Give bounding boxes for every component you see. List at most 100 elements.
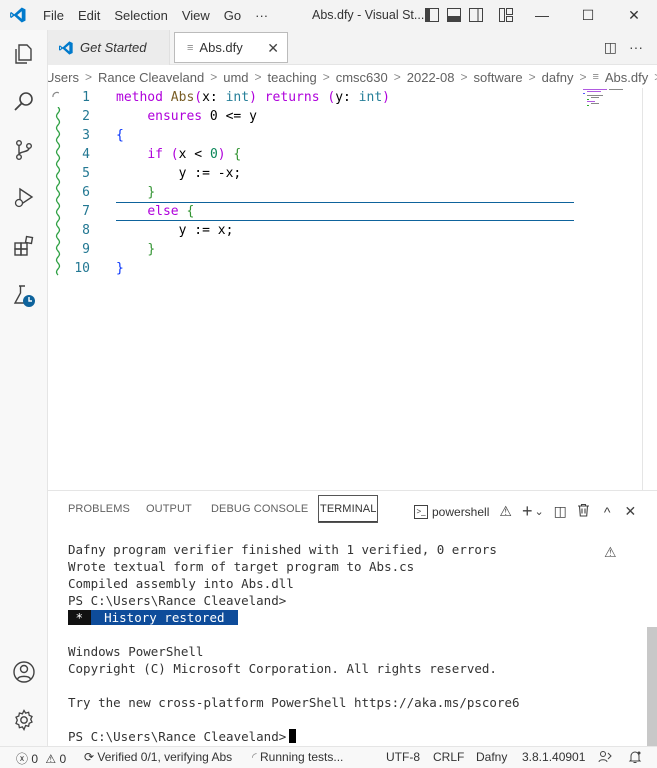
crumb-2022-08[interactable]: 2022-08 xyxy=(406,70,456,85)
terminal-line: Try the new cross-platform PowerShell ht… xyxy=(68,695,520,710)
terminal-scrollbar[interactable] xyxy=(647,627,657,747)
problems-status[interactable]: ⓧ 0 ⚠ 0 xyxy=(16,750,66,767)
toggle-panel-icon[interactable] xyxy=(446,7,462,23)
crumb-users[interactable]: Users xyxy=(48,70,80,85)
verification-status[interactable]: ⟳ Verified 0/1, verifying Abs xyxy=(84,750,232,764)
warning-icon[interactable]: ⚠ xyxy=(499,503,512,520)
title-bar: File Edit Selection View Go ··· Abs.dfy … xyxy=(0,0,657,30)
terminal-warning-icon[interactable]: ⚠ xyxy=(604,545,617,561)
close-tab-icon[interactable]: ✕ xyxy=(267,40,279,57)
paren: ) xyxy=(249,90,257,105)
settings-gear-icon[interactable] xyxy=(8,704,40,736)
tab-abs-dfy[interactable]: ≡ Abs.dfy ✕ xyxy=(174,32,288,63)
chevron-right-icon: > xyxy=(393,70,401,84)
crumb-file[interactable]: Abs.dfy xyxy=(604,70,649,85)
code-line-10: 10 } xyxy=(48,259,657,278)
dafny-version-status[interactable]: 3.8.1.40901 xyxy=(522,750,585,764)
minimize-button[interactable]: — xyxy=(519,0,565,30)
tab-problems[interactable]: PROBLEMS xyxy=(68,503,130,515)
sync-icon: ⟳ xyxy=(84,750,95,764)
code-line-5: 5 y := -x; xyxy=(48,164,657,183)
type: int xyxy=(358,90,383,105)
close-panel-icon[interactable]: ✕ xyxy=(624,503,636,520)
encoding-status[interactable]: UTF-8 xyxy=(386,750,420,764)
line-number: 2 xyxy=(82,109,90,124)
editor-scrollbar[interactable] xyxy=(642,88,643,490)
explorer-icon[interactable] xyxy=(8,38,40,70)
menu-more[interactable]: ··· xyxy=(248,8,275,23)
verification-gutter-squiggle xyxy=(55,107,61,276)
paren: ( xyxy=(194,90,203,105)
more-actions-icon[interactable]: ··· xyxy=(629,39,643,56)
tab-terminal[interactable]: TERMINAL xyxy=(318,495,379,523)
history-text: History restored xyxy=(90,610,239,625)
maximize-button[interactable]: ☐ xyxy=(565,0,611,30)
line-number: 4 xyxy=(82,147,90,162)
function-name: Abs xyxy=(170,90,195,105)
brace: } xyxy=(116,261,124,276)
crumb-cmsc630[interactable]: cmsc630 xyxy=(335,70,389,85)
terminal-line: Compiled assembly into Abs.dll xyxy=(68,576,294,591)
accounts-icon[interactable] xyxy=(8,656,40,688)
trash-icon[interactable] xyxy=(577,503,590,520)
chevron-down-icon[interactable]: ⌄ xyxy=(534,505,543,518)
chevron-right-icon: > xyxy=(528,70,536,84)
customize-layout-icon[interactable] xyxy=(498,7,514,23)
testing-icon[interactable] xyxy=(8,280,40,312)
terminal-prompt: PS C:\Users\Rance Cleaveland> xyxy=(68,729,287,744)
terminal-shell-icon: >_ xyxy=(414,504,428,519)
feedback-icon[interactable] xyxy=(598,750,612,767)
crumb-software[interactable]: software xyxy=(472,70,523,85)
code-editor[interactable]: 1 method Abs(x: int) returns (y: int) 2 … xyxy=(48,88,657,490)
toggle-sidebar-icon[interactable] xyxy=(424,7,440,23)
type: int xyxy=(225,90,250,105)
keyword: returns xyxy=(256,90,328,105)
code-line-6: 6 } xyxy=(48,183,657,202)
history-star: * xyxy=(68,610,91,625)
menu-view[interactable]: View xyxy=(175,8,217,23)
split-terminal-icon[interactable]: ◫ xyxy=(554,503,567,520)
run-debug-icon[interactable] xyxy=(8,182,40,214)
code-line-9: 9 } xyxy=(48,240,657,259)
source-control-icon[interactable] xyxy=(8,134,40,166)
minimap[interactable] xyxy=(583,88,643,108)
notifications-bell-icon[interactable] xyxy=(628,750,642,767)
test-status[interactable]: ◜ Running tests... xyxy=(252,750,343,764)
running-tests-text: Running tests... xyxy=(260,750,344,764)
crumb-teaching[interactable]: teaching xyxy=(267,70,318,85)
close-window-button[interactable]: ✕ xyxy=(611,0,657,30)
maximize-panel-icon[interactable]: ^ xyxy=(604,504,611,520)
chevron-right-icon: > xyxy=(649,70,657,84)
eol-status[interactable]: CRLF xyxy=(433,750,464,764)
menu-bar: File Edit Selection View Go ··· xyxy=(36,8,275,23)
menu-go[interactable]: Go xyxy=(217,8,248,23)
breadcrumb: Users > Rance Cleaveland > umd > teaching > … xyxy=(48,66,657,88)
warning-icon: ⚠ xyxy=(45,752,57,766)
language-mode-status[interactable]: Dafny xyxy=(476,750,507,764)
crumb-user[interactable]: Rance Cleaveland xyxy=(97,70,205,85)
file-lines-icon: ≡ xyxy=(187,41,194,54)
vscode-logo-icon[interactable] xyxy=(0,0,36,30)
crumb-dafny[interactable]: dafny xyxy=(541,70,575,85)
extensions-icon[interactable] xyxy=(8,230,40,262)
terminal-line: Wrote textual form of target program to … xyxy=(68,559,415,574)
crumb-umd[interactable]: umd xyxy=(222,70,249,85)
menu-file[interactable]: File xyxy=(36,8,71,23)
terminal-line: Dafny program verifier finished with 1 v… xyxy=(68,542,497,557)
tab-get-started[interactable]: Get Started xyxy=(48,30,170,65)
menu-selection[interactable]: Selection xyxy=(107,8,174,23)
menu-edit[interactable]: Edit xyxy=(71,8,107,23)
tab-output[interactable]: OUTPUT xyxy=(146,503,192,515)
shell-selector[interactable]: powershell xyxy=(432,505,489,519)
terminal-actions: >_ powershell ⚠ + ⌄ ◫ ^ ✕ xyxy=(414,501,636,522)
code-line-8: 8 y := x; xyxy=(48,221,657,240)
toggle-secondary-sidebar-icon[interactable] xyxy=(468,7,484,23)
search-icon[interactable] xyxy=(8,86,40,118)
new-terminal-icon[interactable]: + xyxy=(522,501,533,522)
terminal-output[interactable]: ⚠ Dafny program verifier finished with 1… xyxy=(48,542,657,747)
layout-controls xyxy=(424,7,514,23)
brace: { xyxy=(116,128,124,143)
split-editor-icon[interactable]: ◫ xyxy=(604,39,617,56)
tab-debug-console[interactable]: DEBUG CONSOLE xyxy=(211,503,308,515)
paren: ( xyxy=(162,147,179,162)
